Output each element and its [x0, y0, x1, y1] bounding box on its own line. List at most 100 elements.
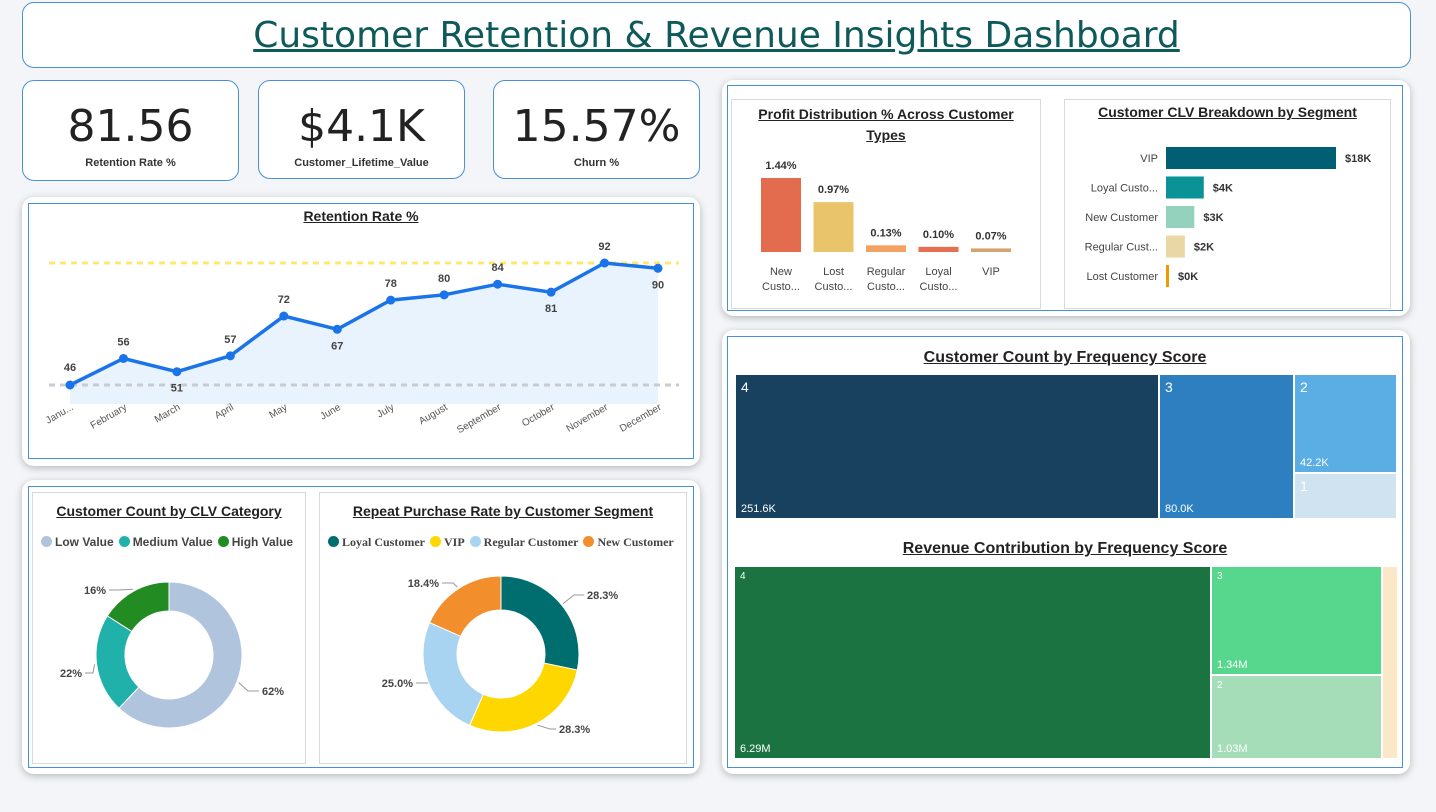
retention-point: [546, 287, 556, 297]
retention-chart-card: Retention Rate % 46 56 51 57 72 67 78 80 84 81 92 9…: [22, 197, 700, 466]
retention-x-tick: June: [318, 402, 343, 423]
clv-data-label: $18K: [1345, 153, 1371, 165]
retention-x-tick: November: [565, 402, 611, 435]
profit-x-tick: VIP: [982, 266, 1000, 278]
profit-data-label: 0.13%: [870, 227, 901, 239]
count-freq-category-label: 1: [1300, 478, 1308, 494]
profit-bar: [813, 202, 854, 252]
retention-data-label: 51: [171, 383, 183, 395]
retention-data-label: 67: [331, 340, 343, 352]
clv-category-leader: [109, 588, 133, 591]
retention-line-chart: 46 56 51 57 72 67 78 80 84 81 92 90 Janu... February M…: [44, 241, 679, 436]
clv-bar: [1166, 265, 1169, 287]
retention-point: [65, 380, 75, 390]
profit-data-label: 1.44%: [765, 160, 796, 172]
repeat-purchase-data-label: 28.3%: [559, 724, 590, 736]
retention-data-label: 57: [224, 334, 236, 346]
retention-point: [386, 295, 396, 305]
clv-data-label: $4K: [1213, 183, 1233, 195]
donut-charts-frame: Customer Count by CLV Category Low Value…: [28, 486, 694, 768]
retention-x-tick: April: [213, 402, 236, 422]
clv-y-tick: VIP: [1140, 153, 1158, 165]
repeat-purchase-leader: [442, 582, 458, 588]
profit-clv-card: Profit Distribution % Across Customer Ty…: [722, 80, 1410, 316]
retention-x-tick: August: [417, 402, 450, 427]
clv-category-data-label: 22%: [60, 668, 82, 680]
repeat-purchase-leader: [537, 724, 556, 730]
revenue-freq-cell: [1382, 566, 1398, 759]
retention-data-label: 80: [438, 273, 450, 285]
count-freq-category-label: 4: [741, 379, 749, 395]
clv-category-donut: 62% 22% 16%: [60, 581, 284, 729]
retention-data-label: 81: [545, 303, 557, 315]
revenue-freq-title: Revenue Contribution by Frequency Score: [902, 540, 1228, 557]
retention-chart-frame: Retention Rate % 46 56 51 57 72 67 78 80 84 81 92 9…: [28, 203, 694, 459]
clv-breakdown-panel: Customer CLV Breakdown by Segment VIP $18…: [1064, 99, 1391, 309]
retention-data-label: 92: [598, 241, 610, 253]
revenue-freq-treemap: 4 6.29M 3 1.34M 2 1.03M: [734, 566, 1398, 759]
retention-point: [118, 353, 128, 363]
count-freq-category-label: 2: [1300, 379, 1308, 395]
clv-bar: [1166, 206, 1195, 228]
retention-x-tick: October: [520, 402, 557, 430]
profit-bar: [866, 245, 906, 252]
profit-bar: [761, 178, 801, 252]
retention-x-tick: September: [455, 402, 503, 436]
clv-category-panel: Customer Count by CLV Category Low Value…: [32, 492, 306, 764]
profit-distribution-panel: Profit Distribution % Across Customer Ty…: [731, 99, 1041, 309]
profit-data-label: 0.97%: [818, 184, 849, 196]
profit-x-tick: Custo...: [815, 281, 853, 293]
clv-y-tick: New Customer: [1085, 212, 1158, 224]
retention-point: [493, 279, 503, 289]
clv-data-label: $3K: [1203, 212, 1223, 224]
kpi-card-clv: $4.1K Customer_Lifetime_Value: [258, 80, 465, 179]
clv-y-tick: Loyal Custo...: [1091, 183, 1158, 195]
treemap-frame: Customer Count by Frequency Score 4 251.6…: [727, 336, 1403, 768]
revenue-freq-cell: 2 1.03M: [1211, 675, 1382, 759]
retention-data-label: 56: [117, 336, 129, 348]
revenue-freq-cell: 3 1.34M: [1211, 566, 1382, 675]
retention-point: [225, 351, 235, 361]
count-freq-cell: 3 80.0K: [1159, 374, 1294, 519]
title-banner: Customer Retention & Revenue Insights Da…: [22, 2, 1411, 68]
retention-data-label: 84: [492, 262, 505, 274]
clv-bar-chart: VIP $18K Loyal Custo... $4K New Customer $3K R…: [1085, 147, 1371, 287]
profit-clv-frame: Profit Distribution % Across Customer Ty…: [727, 85, 1403, 311]
kpi-value: 81.56: [67, 101, 194, 152]
revenue-freq-value-label: 1.34M: [1217, 659, 1248, 671]
count-freq-cell: 4 251.6K: [735, 374, 1159, 519]
profit-x-tick: Regular: [867, 266, 906, 278]
retention-point: [653, 263, 663, 273]
count-freq-value-label: 42.2K: [1300, 457, 1329, 469]
repeat-purchase-data-label: 28.3%: [587, 590, 618, 602]
retention-point: [439, 290, 449, 300]
revenue-freq-cell: 4 6.29M: [734, 566, 1211, 759]
retention-x-tick: December: [618, 402, 664, 435]
clv-category-data-label: 62%: [262, 686, 284, 698]
repeat-purchase-data-label: 18.4%: [408, 578, 439, 590]
retention-data-label: 90: [652, 279, 664, 291]
retention-x-tick: February: [89, 402, 129, 432]
revenue-freq-category-label: 3: [1217, 571, 1223, 582]
clv-bar: [1166, 176, 1204, 199]
profit-x-tick: Custo...: [920, 281, 958, 293]
profit-x-tick: Loyal: [925, 266, 951, 278]
kpi-label: Retention Rate %: [85, 157, 176, 169]
profit-x-tick: Lost: [823, 266, 844, 278]
count-freq-treemap: 4 251.6K 3 80.0K 2 42.2K 1: [735, 374, 1397, 519]
repeat-purchase-slice: [500, 575, 580, 671]
profit-x-tick: New: [770, 266, 792, 278]
kpi-label: Churn %: [573, 157, 620, 169]
clv-y-tick: Lost Customer: [1086, 271, 1158, 283]
profit-data-label: 0.10%: [923, 229, 954, 241]
repeat-purchase-donut: 28.3% 28.3% 25.0% 18.4%: [382, 575, 618, 736]
clv-data-label: $2K: [1194, 242, 1214, 254]
count-freq-title: Customer Count by Frequency Score: [923, 349, 1207, 366]
profit-data-label: 0.07%: [975, 230, 1006, 242]
kpi-label: Customer_Lifetime_Value: [294, 157, 429, 169]
revenue-freq-value-label: 1.03M: [1217, 743, 1248, 755]
retention-x-tick: Janu...: [44, 402, 76, 427]
profit-x-tick: Custo...: [762, 281, 800, 293]
clv-bar: [1166, 147, 1336, 169]
profit-bar: [971, 248, 1011, 252]
